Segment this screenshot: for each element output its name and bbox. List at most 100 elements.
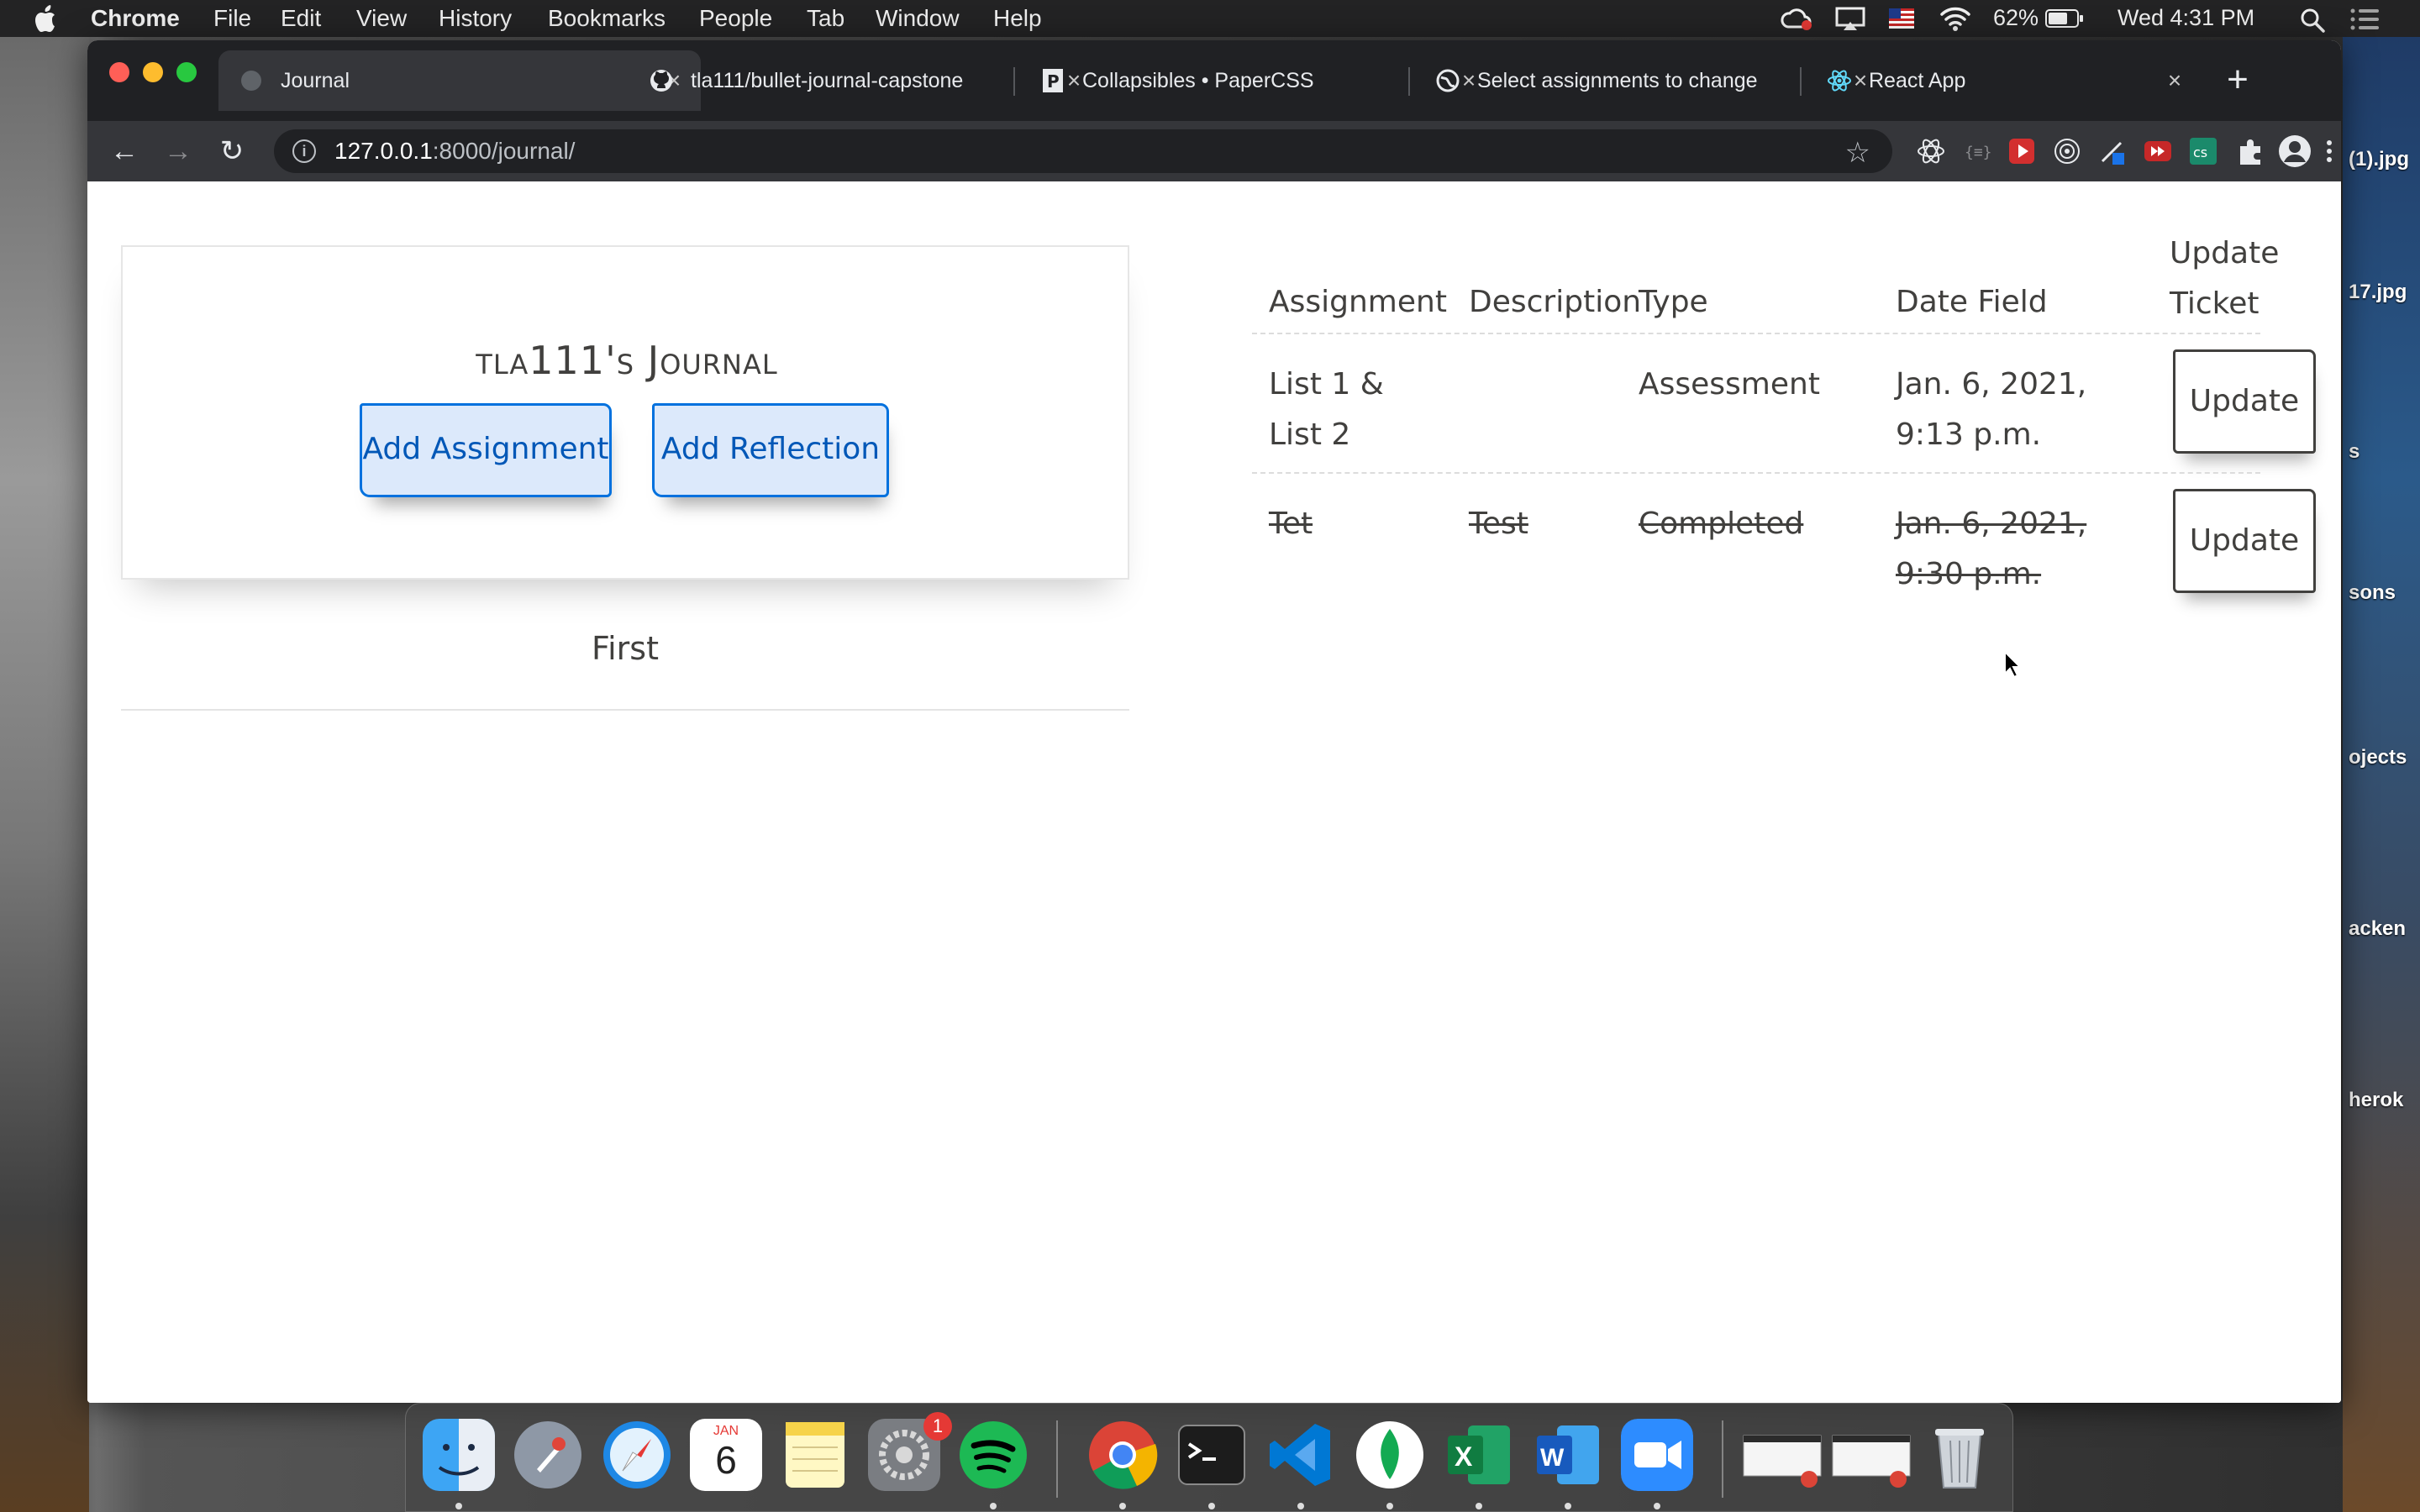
menu-help[interactable]: Help (993, 5, 1042, 32)
desktop-file-label[interactable]: herok (2349, 1089, 2420, 1112)
minimized-window-thumbnail[interactable] (1831, 1419, 1912, 1491)
spotlight-search-icon[interactable] (2299, 7, 2326, 34)
tab-strip: Journal × tla111/bullet-journal-capstone… (87, 40, 2341, 121)
globe-icon (1435, 68, 1460, 93)
desktop-wallpaper-left (0, 37, 89, 1512)
extension-target-icon[interactable] (2052, 136, 2082, 166)
desktop-wallpaper-right (2343, 37, 2420, 1512)
launchpad-icon[interactable] (512, 1419, 584, 1491)
extensions-puzzle-icon[interactable] (2235, 136, 2265, 166)
collapsible-label-first[interactable]: First (121, 630, 1129, 667)
desktop-file-label[interactable]: 17.jpg (2349, 281, 2420, 304)
svg-text:{≡}: {≡} (1965, 144, 1991, 161)
extension-fast-forward-icon[interactable] (2143, 136, 2173, 166)
battery-percent[interactable]: 62% (1993, 5, 2039, 31)
menu-app-name[interactable]: Chrome (91, 5, 180, 32)
extension-cs-icon[interactable]: cs (2188, 136, 2218, 166)
papercss-icon: P (1040, 68, 1065, 93)
tab-title: Collapsibles • PaperCSS (1082, 68, 1314, 92)
tab-divider (1408, 67, 1410, 96)
menu-clock[interactable]: Wed 4:31 PM (2118, 5, 2254, 31)
menu-people[interactable]: People (699, 5, 772, 32)
close-tab-icon[interactable]: × (2161, 67, 2188, 94)
add-assignment-button[interactable]: Add Assignment (360, 403, 612, 497)
running-indicator (1654, 1503, 1660, 1509)
excel-icon[interactable]: X (1443, 1419, 1515, 1491)
airplay-icon[interactable] (1835, 7, 1865, 32)
github-icon (649, 68, 674, 93)
desktop-file-label[interactable]: s (2349, 440, 2420, 464)
desktop-file-label[interactable]: ojects (2349, 746, 2420, 769)
svg-text:P: P (1047, 71, 1060, 92)
running-indicator (1297, 1503, 1304, 1509)
json-viewer-icon[interactable]: {≡} (1961, 136, 1991, 166)
menu-bookmarks[interactable]: Bookmarks (548, 5, 666, 32)
row-divider (1252, 472, 2260, 474)
safari-icon[interactable] (601, 1419, 673, 1491)
word-icon[interactable]: W (1532, 1419, 1604, 1491)
notification-center-icon[interactable] (2349, 7, 2380, 32)
new-tab-button[interactable]: + (2217, 59, 2259, 101)
trash-icon[interactable] (1923, 1419, 1996, 1491)
menu-file[interactable]: File (213, 5, 251, 32)
calendar-icon[interactable]: JAN 6 (690, 1419, 762, 1491)
bookmark-star-icon[interactable]: ☆ (1845, 136, 1870, 170)
menu-view[interactable]: View (356, 5, 407, 32)
chrome-icon[interactable] (1086, 1419, 1159, 1491)
minimized-window-thumbnail[interactable] (1742, 1419, 1823, 1491)
reload-icon[interactable]: ↻ (213, 133, 250, 170)
tab-title: Journal (281, 68, 350, 92)
extension-pen-icon[interactable] (2097, 136, 2128, 166)
maximize-window-icon[interactable] (176, 62, 197, 82)
us-flag-icon[interactable] (1889, 8, 1914, 29)
react-devtools-icon[interactable] (1916, 136, 1946, 166)
finder-icon[interactable] (423, 1419, 495, 1491)
desktop-file-label[interactable]: sons (2349, 581, 2420, 605)
creative-cloud-icon[interactable] (1780, 7, 1813, 32)
chrome-menu-icon[interactable] (2323, 136, 2336, 166)
apple-icon[interactable] (34, 3, 60, 34)
running-indicator (1119, 1503, 1126, 1509)
vscode-icon[interactable] (1265, 1419, 1337, 1491)
zoom-icon[interactable] (1621, 1419, 1693, 1491)
mouse-cursor-icon (2004, 650, 2022, 679)
minimize-window-icon[interactable] (143, 62, 163, 82)
column-header-assignment: Assignment (1269, 285, 1447, 319)
tab-title: Select assignments to change (1477, 68, 1758, 92)
update-button[interactable]: Update (2173, 349, 2316, 454)
desktop-file-label[interactable]: acken (2349, 917, 2420, 941)
menu-tab[interactable]: Tab (807, 5, 844, 32)
site-info-icon[interactable]: i (292, 139, 316, 163)
cell-date: Jan. 6, 2021, 9:30 p.m. (1896, 507, 2087, 591)
column-header-date-field: Date Field (1896, 285, 2048, 319)
profile-avatar-icon[interactable] (2277, 134, 2312, 169)
column-header-description: Description (1469, 285, 1642, 319)
address-bar[interactable]: i 127.0.0.1 :8000/journal/ ☆ (274, 129, 1892, 173)
dock-separator (1056, 1420, 1058, 1498)
spotify-icon[interactable] (957, 1419, 1029, 1491)
menu-window[interactable]: Window (876, 5, 960, 32)
update-button[interactable]: Update (2173, 489, 2316, 593)
cell-assignment: List 1 & List 2 (1269, 367, 1384, 452)
cell-date: Jan. 6, 2021, 9:13 p.m. (1896, 367, 2087, 452)
add-reflection-button[interactable]: Add Reflection (652, 403, 889, 497)
tab-react-app[interactable]: React App × (1807, 50, 2202, 111)
terminal-icon[interactable] (1176, 1419, 1248, 1491)
forward-arrow-icon[interactable]: → (160, 133, 197, 170)
column-header-type: Type (1639, 285, 1708, 319)
close-window-icon[interactable] (109, 62, 129, 82)
menu-bar: Chrome File Edit View History Bookmarks … (0, 0, 2420, 37)
row-divider (1252, 333, 2260, 334)
cell-assignment: Tet (1269, 507, 1313, 541)
wifi-icon[interactable] (1939, 5, 1971, 32)
back-arrow-icon[interactable]: ← (106, 133, 143, 170)
notes-icon[interactable] (779, 1419, 851, 1491)
dock-separator (1722, 1420, 1723, 1498)
menu-edit[interactable]: Edit (281, 5, 321, 32)
battery-icon[interactable] (2045, 8, 2084, 29)
desktop-file-label[interactable]: (1).jpg (2349, 148, 2420, 171)
url-host: 127.0.0.1 (334, 138, 433, 164)
menu-history[interactable]: History (439, 5, 512, 32)
mongodb-compass-icon[interactable] (1354, 1419, 1426, 1491)
extension-red-play-icon[interactable] (2007, 136, 2037, 166)
